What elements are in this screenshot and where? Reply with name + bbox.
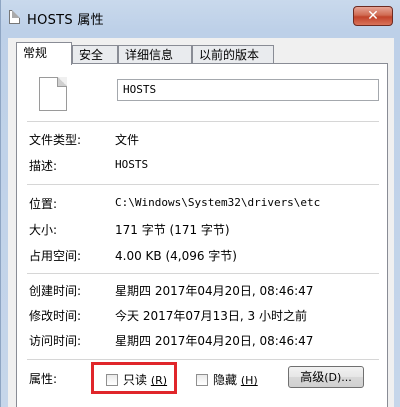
tab-general-label: 常规 [23, 46, 48, 60]
general-tab-panel: HOSTS 文件类型: 文件 描述: HOSTS 位置: C:\Windows\… [16, 63, 388, 407]
readonly-checkbox[interactable] [106, 374, 118, 386]
tab-previous-versions[interactable]: 以前的版本 [192, 45, 274, 64]
tab-details-label: 详细信息 [125, 48, 174, 62]
tab-security[interactable]: 安全 [72, 45, 118, 64]
readonly-key: (R) [150, 374, 168, 387]
divider [27, 184, 379, 185]
tab-previous-versions-label: 以前的版本 [199, 48, 260, 62]
size-label: 大小: [29, 223, 58, 237]
readonly-text: 只读 [123, 373, 148, 387]
close-button[interactable]: ✕ [353, 6, 393, 26]
properties-window: HOSTS 属性 ✕ 常规 安全 详细信息 以前的版本 HOSTS 文件类型: … [0, 0, 400, 407]
hidden-checkbox[interactable] [196, 374, 208, 386]
location-value: C:\Windows\System32\drivers\etc [115, 196, 321, 209]
hidden-checkbox-label[interactable]: 隐藏 (H) [213, 371, 258, 388]
advanced-key: (D)... [324, 371, 352, 384]
title-bar[interactable]: HOSTS 属性 ✕ [1, 0, 400, 34]
created-label: 创建时间: [29, 284, 82, 298]
size-value: 171 字节 (171 字节) [115, 223, 230, 237]
advanced-text: 高级 [300, 370, 325, 384]
window-title: HOSTS 属性 [27, 13, 104, 28]
modified-label: 修改时间: [29, 309, 82, 323]
location-label: 位置: [29, 197, 58, 211]
description-value: HOSTS [115, 158, 149, 171]
tab-details[interactable]: 详细信息 [118, 45, 192, 64]
tab-security-label: 安全 [79, 48, 104, 62]
disk-size-value: 4.00 KB (4,096 字节) [115, 249, 237, 263]
attributes-label: 属性: [29, 372, 58, 386]
file-type-label: 文件类型: [29, 133, 82, 147]
divider [27, 359, 379, 360]
modified-value: 今天 2017年07月13日, 3 小时之前 [115, 309, 307, 323]
readonly-checkbox-label[interactable]: 只读 (R) [123, 371, 167, 388]
divider [27, 273, 379, 274]
divider [27, 121, 379, 122]
file-name-field[interactable]: HOSTS [117, 79, 379, 101]
description-label: 描述: [29, 159, 58, 173]
file-icon [39, 77, 67, 111]
file-icon [9, 10, 20, 24]
advanced-button[interactable]: 高级(D)... [288, 366, 364, 388]
hidden-key: (H) [240, 374, 258, 387]
accessed-label: 访问时间: [29, 334, 82, 348]
tab-general[interactable]: 常规 [16, 42, 72, 65]
created-value: 星期四 2017年04月20日, 08:46:47 [115, 284, 314, 298]
hidden-text: 隐藏 [213, 373, 238, 387]
dialog-body: 常规 安全 详细信息 以前的版本 HOSTS 文件类型: 文件 描述: HOST… [8, 38, 394, 407]
accessed-value: 星期四 2017年04月20日, 08:46:47 [115, 334, 314, 348]
disk-size-label: 占用空间: [29, 249, 82, 263]
file-type-value: 文件 [115, 133, 140, 147]
